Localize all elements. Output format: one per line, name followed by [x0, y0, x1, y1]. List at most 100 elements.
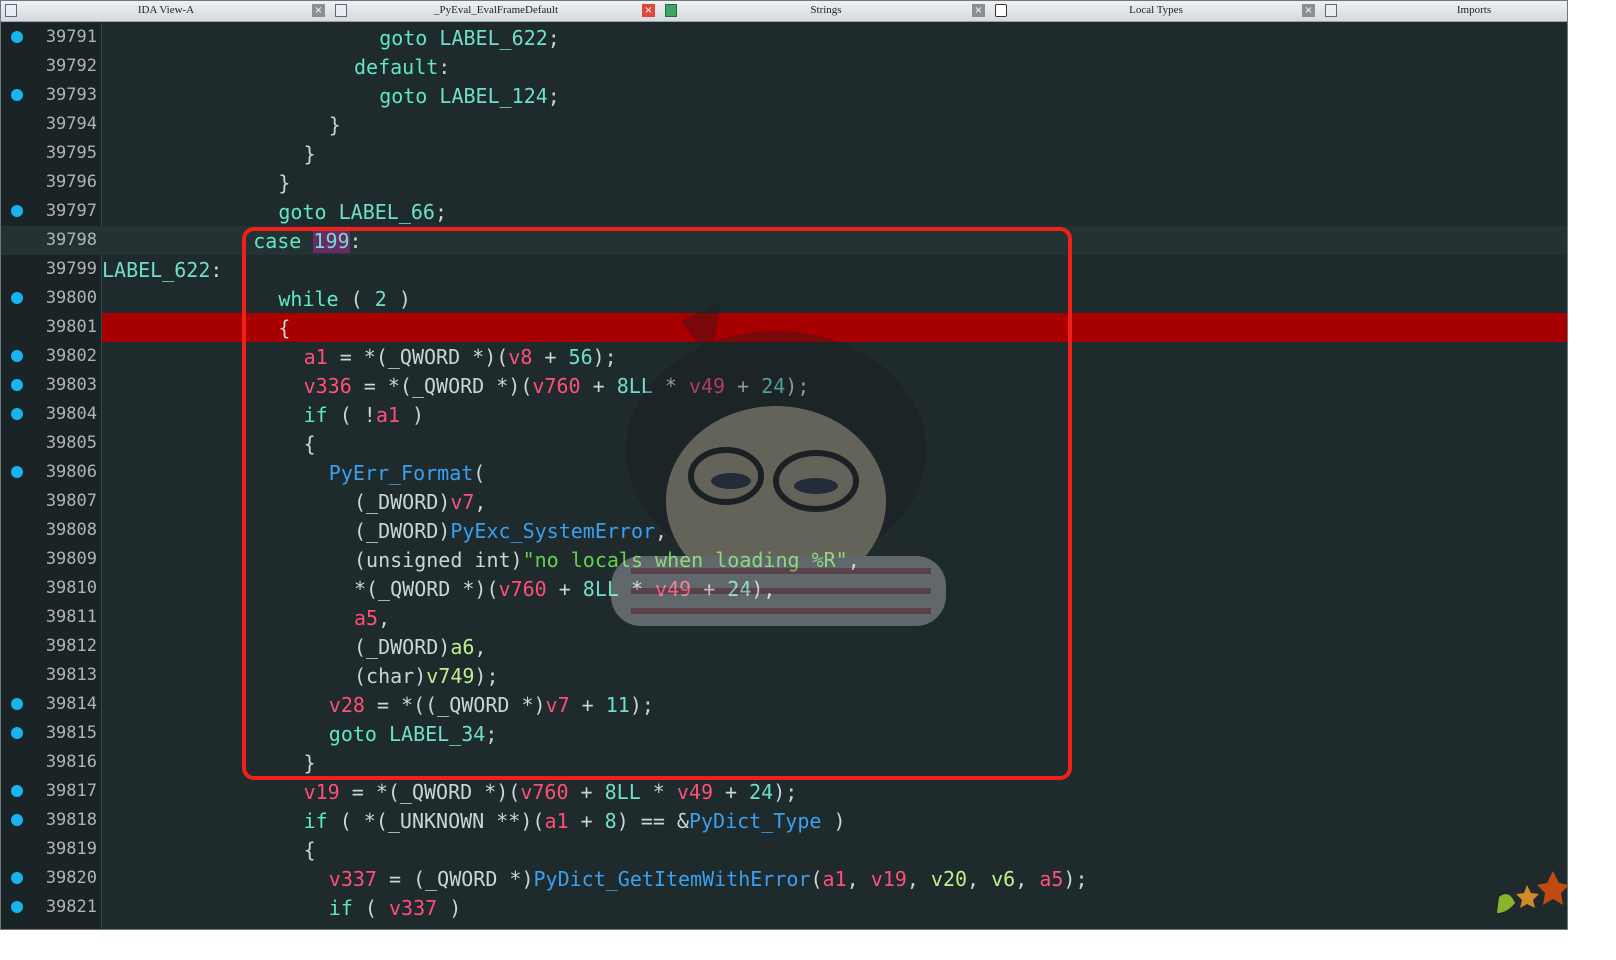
code-text-area[interactable]: goto LABEL_124; [102, 81, 1567, 110]
breakpoint-dot-icon[interactable] [11, 31, 23, 43]
code-token: , [378, 606, 391, 630]
code-token: 24 [761, 374, 786, 398]
code-line[interactable]: 39795} [1, 139, 1567, 168]
code-line[interactable]: 39809 (unsigned int)"no locals when loadi… [1, 545, 1567, 574]
code-text-area[interactable]: } [102, 748, 1567, 777]
code-line[interactable]: 39808 (_DWORD)PyExc_SystemError, [1, 516, 1567, 545]
code-text-area[interactable]: if ( *(_UNKNOWN **)(a1 + 8) == &PyDict_T… [102, 806, 1567, 835]
code-line[interactable]: 39794} [1, 110, 1567, 139]
code-text-area[interactable]: (_DWORD)PyExc_SystemError, [102, 516, 1567, 545]
code-line[interactable]: 39796} [1, 168, 1567, 197]
code-line[interactable]: 39799 LABEL_622: [1, 255, 1567, 284]
code-line[interactable]: 39801 { [1, 313, 1567, 342]
code-line[interactable]: 39814 v28 = *((_QWORD *)v7 + 11); [1, 690, 1567, 719]
breakpoint-dot-icon[interactable] [11, 698, 23, 710]
code-text-area[interactable]: goto LABEL_34; [102, 719, 1567, 748]
code-token: v7 [450, 490, 475, 514]
code-text-area[interactable]: v336 = *(_QWORD *)(v760 + 8LL * v49 + 24… [102, 371, 1567, 400]
breakpoint-dot-icon[interactable] [11, 89, 23, 101]
breakpoint-dot-icon[interactable] [11, 727, 23, 739]
code-text-area[interactable]: v337 = (_QWORD *)PyDict_GetItemWithError… [102, 864, 1567, 893]
pseudocode-view[interactable]: 39791 goto LABEL_622; 39792 default: 39793 go… [1, 23, 1567, 929]
tab-local-types[interactable]: Local Types × [991, 1, 1321, 21]
code-text-area[interactable]: goto LABEL_66; [102, 197, 1567, 226]
breakpoint-dot-icon[interactable] [11, 350, 23, 362]
code-token: ( [338, 287, 375, 311]
code-text-area[interactable]: { [102, 429, 1567, 458]
code-line[interactable]: 39793 goto LABEL_124; [1, 81, 1567, 110]
tab-ida-view-a[interactable]: IDA View-A × [1, 1, 331, 21]
code-line[interactable]: 39819 { [1, 835, 1567, 864]
code-token: default [354, 55, 439, 79]
code-line[interactable]: 39803 v336 = *(_QWORD *)(v760 + 8LL * v49… [1, 371, 1567, 400]
code-text-area[interactable]: } [102, 168, 1567, 197]
code-text-area[interactable]: while ( 2 ) [102, 284, 1567, 313]
code-text-area[interactable]: a1 = *(_QWORD *)(v8 + 56); [102, 342, 1567, 371]
code-line[interactable]: 39816} [1, 748, 1567, 777]
code-line[interactable]: 39821 if ( v337 ) [1, 893, 1567, 922]
tab-strings[interactable]: Strings × [661, 1, 991, 21]
close-icon[interactable]: × [1302, 4, 1315, 17]
code-line[interactable]: 39804 if ( !a1 ) [1, 400, 1567, 429]
code-text: v337 = (_QWORD *)PyDict_GetItemWithError… [329, 867, 1088, 891]
code-text-area[interactable]: v28 = *((_QWORD *)v7 + 11); [102, 690, 1567, 719]
breakpoint-dot-icon[interactable] [11, 292, 23, 304]
code-text-area[interactable]: { [102, 835, 1567, 864]
code-line[interactable]: 39813 (char)v749); [1, 661, 1567, 690]
code-line[interactable]: 39817 v19 = *(_QWORD *)(v760 + 8LL * v49 … [1, 777, 1567, 806]
code-text-area[interactable]: (_DWORD)a6, [102, 632, 1567, 661]
breakpoint-dot-icon[interactable] [11, 901, 23, 913]
code-text-area[interactable]: if ( v337 ) [102, 893, 1567, 922]
code-line[interactable]: 39805 { [1, 429, 1567, 458]
code-text: goto LABEL_124; [379, 84, 560, 108]
code-text-area[interactable]: goto LABEL_622; [102, 23, 1567, 52]
code-line[interactable]: 39798 case 199: [1, 226, 1567, 255]
breakpoint-dot-icon[interactable] [11, 408, 23, 420]
breakpoint-dot-icon[interactable] [11, 379, 23, 391]
code-text-area[interactable]: (_DWORD)v7, [102, 487, 1567, 516]
close-icon[interactable]: × [972, 4, 985, 17]
code-text-area[interactable]: if ( !a1 ) [102, 400, 1567, 429]
line-number: 39805 [45, 433, 97, 453]
code-line[interactable]: 39807 (_DWORD)v7, [1, 487, 1567, 516]
tab-imports[interactable]: Imports [1321, 1, 1567, 21]
code-text-area[interactable]: PyErr_Format( [102, 458, 1567, 487]
code-text-area[interactable]: LABEL_622: [102, 255, 1567, 284]
code-line[interactable]: 39820 v337 = (_QWORD *)PyDict_GetItemWith… [1, 864, 1567, 893]
code-line[interactable]: 39806 PyErr_Format( [1, 458, 1567, 487]
code-text-area[interactable]: { [102, 313, 1567, 342]
breakpoint-dot-icon[interactable] [11, 814, 23, 826]
code-line[interactable]: 39810 *(_QWORD *)(v760 + 8LL * v49 + 24), [1, 574, 1567, 603]
breakpoint-dot-icon[interactable] [11, 785, 23, 797]
close-icon[interactable]: × [312, 4, 325, 17]
code-text-area[interactable]: } [102, 139, 1567, 168]
code-text: (_DWORD)v7, [354, 490, 486, 514]
code-text-area[interactable]: v19 = *(_QWORD *)(v760 + 8LL * v49 + 24)… [102, 777, 1567, 806]
code-token: } [303, 142, 316, 166]
code-token: v760 [520, 780, 569, 804]
code-line[interactable]: 39791 goto LABEL_622; [1, 23, 1567, 52]
code-text-area[interactable]: a5, [102, 603, 1567, 632]
code-line[interactable]: 39818 if ( *(_UNKNOWN **)(a1 + 8) == &PyD… [1, 806, 1567, 835]
code-line[interactable]: 39800 while ( 2 ) [1, 284, 1567, 313]
breakpoint-dot-icon[interactable] [11, 872, 23, 884]
line-number: 39810 [45, 578, 97, 598]
code-line[interactable]: 39812 (_DWORD)a6, [1, 632, 1567, 661]
close-icon[interactable]: × [642, 4, 655, 17]
breakpoint-dot-icon[interactable] [11, 466, 23, 478]
tab-pyeval-evalframedefault[interactable]: _PyEval_EvalFrameDefault × [331, 1, 661, 21]
code-line[interactable]: 39811 a5, [1, 603, 1567, 632]
code-text-area[interactable]: case 199: [102, 226, 1567, 255]
breakpoint-dot-icon[interactable] [11, 205, 23, 217]
code-text-area[interactable]: (unsigned int)"no locals when loading %R… [102, 545, 1567, 574]
code-text-area[interactable]: *(_QWORD *)(v760 + 8LL * v49 + 24), [102, 574, 1567, 603]
code-line[interactable]: 39802 a1 = *(_QWORD *)(v8 + 56); [1, 342, 1567, 371]
code-line[interactable]: 39792 default: [1, 52, 1567, 81]
code-text-area[interactable]: } [102, 110, 1567, 139]
code-line[interactable]: 39815 goto LABEL_34; [1, 719, 1567, 748]
code-text-area[interactable]: default: [102, 52, 1567, 81]
code-line[interactable]: 39797 goto LABEL_66; [1, 197, 1567, 226]
code-token: * [618, 577, 656, 601]
line-number: 39798 [45, 230, 97, 250]
code-text-area[interactable]: (char)v749); [102, 661, 1567, 690]
